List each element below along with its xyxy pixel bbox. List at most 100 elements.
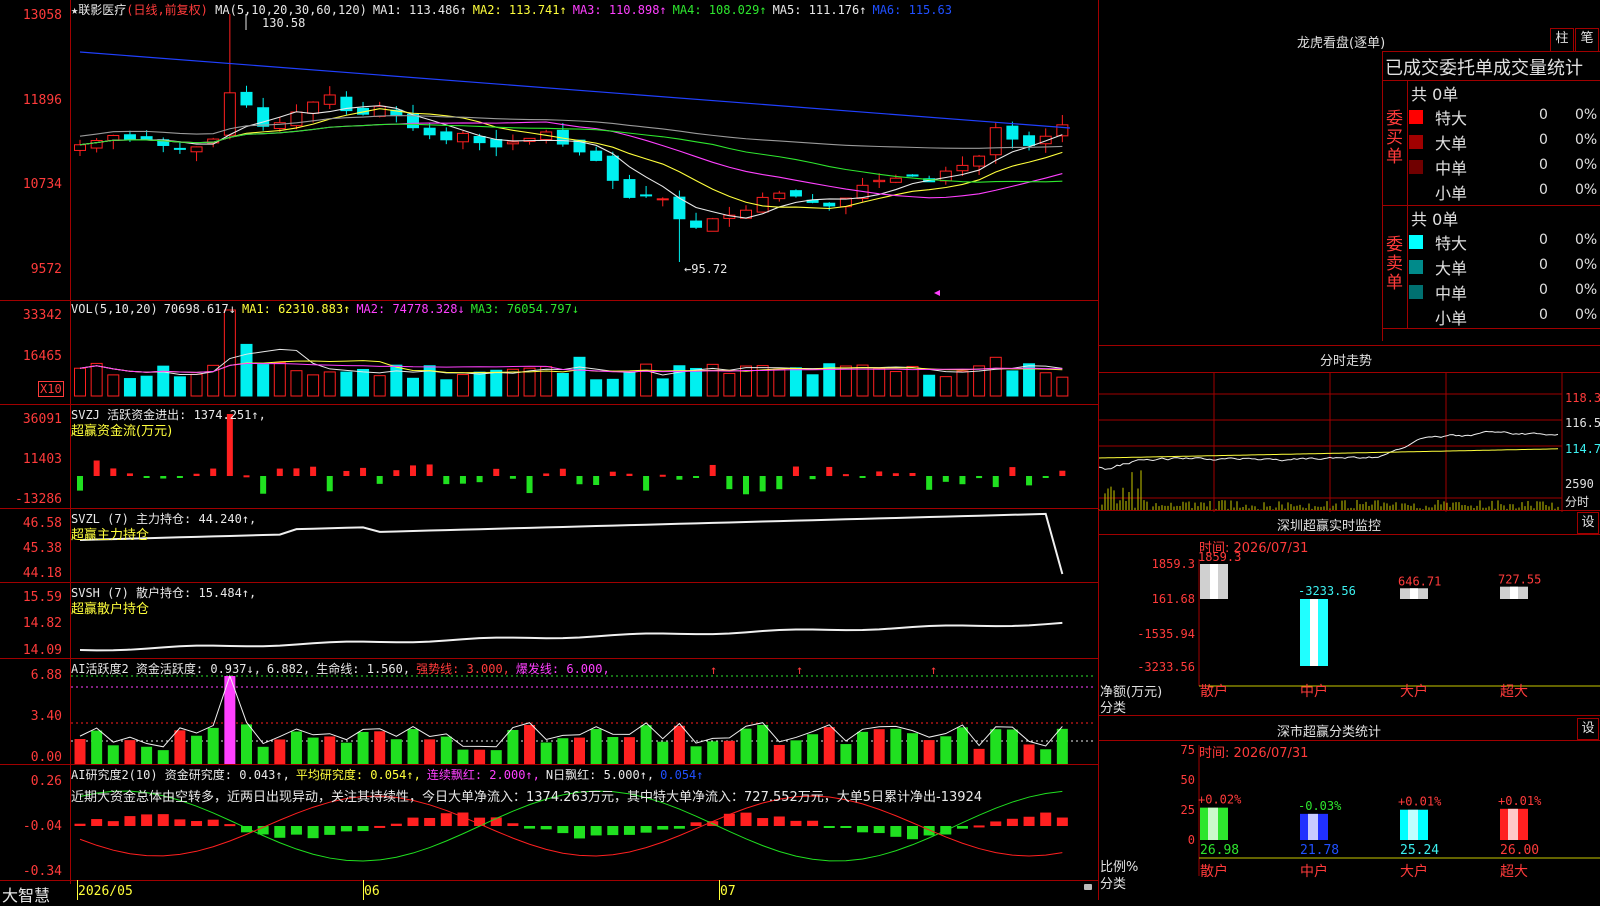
order-count: 0 <box>1539 132 1548 148</box>
y-tick-label: 11403 <box>22 452 62 467</box>
high-price-note: 130.58 <box>262 16 306 30</box>
candle-body <box>456 132 469 143</box>
classify-title: 深市超赢分类统计 <box>1277 725 1382 740</box>
order-label: 大单 <box>1435 134 1468 153</box>
research-bar <box>74 823 86 826</box>
monitor-y-tick: 1859.3 <box>1152 557 1195 571</box>
y-tick-label: 11896 <box>22 93 62 108</box>
net-value-label: 727.55 <box>1498 573 1541 587</box>
research-bar <box>673 826 685 829</box>
category-label: 大户 <box>1400 863 1428 880</box>
fund-flow-bar <box>792 466 799 476</box>
volume-bar <box>307 374 320 397</box>
y-tick-label: -0.04 <box>22 819 62 834</box>
intraday-tab[interactable]: 分时 <box>1565 493 1589 510</box>
stock-name: ★联影医疗 <box>71 3 127 17</box>
buy-total: 共 0单 <box>1411 85 1459 104</box>
intraday-tick: 118.3 <box>1565 391 1600 405</box>
vol-unit-badge: X10 <box>38 381 64 397</box>
fund-flow-bar <box>493 468 500 476</box>
order-pct: 0% <box>1575 132 1598 148</box>
monitor-settings-button[interactable]: 设 <box>1577 512 1599 534</box>
research-bar <box>357 826 369 832</box>
activity-bar <box>407 729 419 764</box>
fund-flow-bar <box>276 468 283 476</box>
ai2.header-item: 0.054↑ <box>660 768 704 782</box>
research-bar <box>424 817 436 826</box>
volume-bar <box>623 372 636 397</box>
legend-swatch <box>1409 235 1423 249</box>
activity-bar <box>956 727 968 764</box>
tick-view-button[interactable]: 笔 <box>1575 28 1599 52</box>
dragon-box-line <box>1382 51 1600 52</box>
activity-bar <box>224 676 236 764</box>
column-view-button[interactable]: 柱 <box>1550 28 1574 52</box>
order-count: 0 <box>1539 257 1548 273</box>
order-pct: 0% <box>1575 157 1598 173</box>
research-bar <box>224 824 236 827</box>
ratio-chart[interactable]: 75 50 25 0 +0.02% 26.98 散户 -0.03% 21.78 中户 +0.01% 2… <box>1099 740 1600 900</box>
main.ma_header-item: MA1: 113.486↑ <box>372 3 467 17</box>
research-bar <box>174 819 186 826</box>
y-tick-label: -0.34 <box>22 864 62 879</box>
fund-flow-bar <box>743 476 749 495</box>
fund-flow-bar <box>876 471 883 476</box>
research-bar <box>457 812 469 826</box>
classify-settings-button[interactable]: 设 <box>1577 718 1599 740</box>
research-bar <box>657 826 669 830</box>
fund-flow-bar <box>543 473 550 476</box>
period-mode[interactable]: (日线,前复权) <box>126 3 208 17</box>
research-bar <box>956 826 968 829</box>
classify-y-tick: 50 <box>1181 773 1195 787</box>
research-bar <box>590 826 602 836</box>
y-tick-label: 45.38 <box>22 541 62 556</box>
candle-body <box>906 174 919 177</box>
y-tick-label: 10734 <box>22 177 62 192</box>
ratio-change-label: +0.01% <box>1498 794 1542 808</box>
activity-bar <box>657 741 669 764</box>
fund-flow-bar <box>509 476 516 479</box>
category-label: 散户 <box>1200 863 1228 880</box>
chart-area[interactable]: ↑ ↑ ↑ ★联影医疗(日线,前复权) MA(5,10,20,30,60,120) M… <box>0 0 1099 905</box>
fund-flow-bar <box>659 474 666 477</box>
activity-bar <box>490 750 502 764</box>
ai-activity-header: AI活跃度2 资金活跃度: 0.937↓, 6.882, 生命线: 1.560, 强势… <box>71 660 616 677</box>
y-tick-label: 14.82 <box>22 616 62 631</box>
research-bar <box>141 814 153 826</box>
research-bar <box>740 812 752 826</box>
ai2.header-item: 平均研究度: 0.054↑, <box>295 768 421 782</box>
candle-body <box>873 179 886 183</box>
candle-body <box>440 131 453 141</box>
candle-body <box>789 190 802 197</box>
ratio-value-label: 25.24 <box>1400 843 1439 858</box>
activity-bar <box>307 737 319 764</box>
activity-bar <box>157 750 169 764</box>
main.ma_header-item: MA2: 113.741↑ <box>472 3 567 17</box>
candle-body <box>690 220 703 228</box>
activity-bar <box>1023 744 1035 764</box>
research-bar <box>274 826 286 838</box>
activity-bar <box>274 739 286 764</box>
fund-flow-bar <box>77 476 83 491</box>
main-header: ★联影医疗(日线,前复权) MA(5,10,20,30,60,120) MA1: … <box>71 1 958 18</box>
lock-icon[interactable] <box>1084 884 1092 890</box>
fund-flow-bar <box>243 475 250 478</box>
kline-chart-canvas[interactable]: ↑ ↑ ↑ <box>0 0 1098 900</box>
volume-bar <box>456 374 469 397</box>
monitor-y-tick: -1535.94 <box>1137 627 1195 641</box>
intraday-tick: 116.5 <box>1565 416 1600 430</box>
fund-flow-bar <box>676 476 683 480</box>
fund-flow-bar <box>360 467 367 476</box>
intraday-chart[interactable] <box>1098 372 1600 512</box>
volume-bar <box>640 363 653 397</box>
fund-flow-bar <box>1009 467 1016 476</box>
order-count: 0 <box>1539 232 1548 248</box>
fund-flow-bar <box>126 473 133 476</box>
research-bar <box>1006 818 1018 826</box>
order-count: 0 <box>1539 157 1548 173</box>
net-amount-chart[interactable]: 1859.3 161.68 -1535.94 -3233.56 1859.3 散户 -323… <box>1099 534 1600 714</box>
right-panel: 龙虎看盘(逐单) 柱 笔 已成交委托单成交量统计 委买单 委卖单 共 0单 共 … <box>1098 0 1600 900</box>
ai1.header-item: 强势线: 3.000, <box>416 662 510 676</box>
volume-bar <box>806 374 819 397</box>
activity-bar <box>457 749 469 764</box>
